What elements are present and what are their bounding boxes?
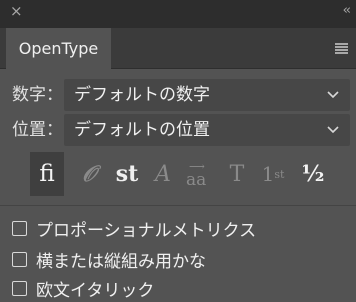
collapse-panel-icon[interactable]: ‹‹ [343, 2, 352, 20]
contextual-alternates-glyph: aa [186, 170, 207, 190]
chevron-down-icon [327, 91, 339, 99]
tab-opentype[interactable]: OpenType [6, 28, 111, 69]
checkbox-box[interactable] [12, 251, 27, 267]
stylistic-alternates-button[interactable]: T [222, 152, 252, 196]
contextual-alternates-button[interactable]: ⟶ aa [182, 152, 218, 196]
numbers-label: 数字： [12, 85, 63, 105]
section-divider [0, 205, 356, 206]
checkbox-box[interactable] [12, 280, 27, 296]
checkbox-label: 欧文イタリック [36, 280, 155, 301]
ordinal-base: 1 [261, 162, 275, 186]
ordinal-superscript: st [274, 167, 285, 181]
checkbox-proportional-metrics[interactable]: プロポーショナルメトリクス [12, 216, 257, 241]
close-icon[interactable]: × [10, 2, 23, 20]
swash-button[interactable]: 𝒪 [74, 152, 104, 196]
opentype-feature-buttons: fi 𝒪 st A ⟶ aa T 1st ½ [30, 152, 330, 196]
position-select-value: デフォルトの位置 [74, 120, 210, 140]
checkbox-label: 横または縦組み用かな [36, 251, 206, 272]
position-label: 位置： [12, 120, 63, 140]
panel-title-bar: × ‹‹ [0, 0, 356, 28]
checkbox-roman-italics[interactable]: 欧文イタリック [12, 276, 155, 301]
titling-alternates-button[interactable]: A [148, 152, 178, 196]
position-row: 位置： デフォルトの位置 [0, 114, 356, 146]
numbers-select-value: デフォルトの数字 [74, 85, 210, 105]
position-select[interactable]: デフォルトの位置 [64, 114, 350, 146]
discretionary-ligatures-button[interactable]: st [110, 152, 144, 196]
checkbox-label: プロポーショナルメトリクス [36, 220, 257, 241]
numbers-select[interactable]: デフォルトの数字 [64, 79, 350, 111]
fractions-button[interactable]: ½ [298, 152, 328, 196]
numbers-row: 数字： デフォルトの数字 [0, 79, 356, 111]
checkbox-box[interactable] [12, 220, 27, 236]
chevron-down-icon [327, 126, 339, 134]
ligatures-button[interactable]: fi [30, 152, 64, 196]
panel-menu-icon[interactable] [335, 43, 348, 54]
panel-tab-row: OpenType [0, 28, 356, 69]
ordinal-button[interactable]: 1st [256, 152, 290, 196]
checkbox-vertical-horizontal-kana[interactable]: 横または縦組み用かな [12, 247, 206, 272]
